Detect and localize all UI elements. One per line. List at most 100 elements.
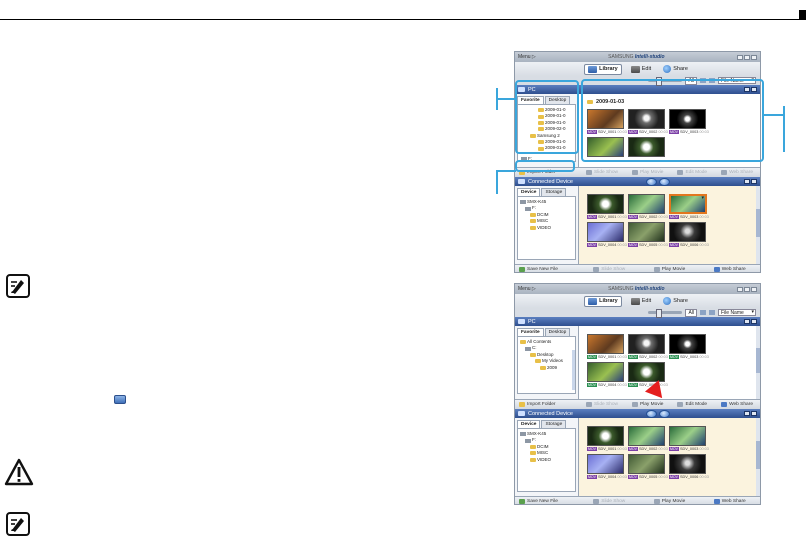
thumbnail[interactable]: MOV SDV_0004 00:03: [587, 222, 627, 247]
panel-minimize-button[interactable]: [743, 179, 750, 184]
thumbnail-size-slider[interactable]: [648, 309, 683, 318]
copy-to-device-button[interactable]: [659, 409, 671, 418]
panel-minimize-button[interactable]: [744, 319, 750, 324]
slide-show-icon: [586, 402, 592, 407]
slide-show-button[interactable]: Slide Show: [586, 402, 618, 407]
list-view-icon[interactable]: [709, 310, 715, 315]
pc-panel-bar: PC: [515, 317, 760, 326]
import-folder-button[interactable]: Import Folder: [515, 402, 579, 407]
thumbnail-image: [628, 194, 665, 214]
tree-item[interactable]: VIDEO: [520, 457, 573, 463]
note-icon: [6, 274, 30, 298]
main-toolbar: Library Edit Share: [515, 294, 760, 308]
thumbnail[interactable]: MOV SDV_0004 00:03: [587, 454, 627, 479]
thumbnail[interactable]: MOV SDV_0005 00:03: [628, 222, 668, 247]
tab-device[interactable]: Device: [517, 420, 541, 428]
pc-thumbnail-area: MOV SDV_0001 00:03 MOV SDV_0002 00:03 MOV SDV…: [579, 326, 760, 399]
play-movie-button[interactable]: Play Movie: [653, 267, 685, 272]
share-button[interactable]: Share: [660, 296, 691, 306]
maximize-button[interactable]: [744, 286, 750, 292]
maximize-button[interactable]: [744, 54, 750, 60]
tab-storage[interactable]: Storage: [541, 188, 567, 196]
edit-button[interactable]: Edit: [628, 65, 654, 74]
thumbnail[interactable]: MOV SDV_0001 00:03: [587, 334, 627, 359]
thumbnail[interactable]: MOV SDV_0001 00:03: [587, 194, 627, 219]
device-icon: [518, 411, 525, 416]
device-icon: [518, 179, 525, 184]
edit-icon: [630, 65, 640, 73]
tab-desktop[interactable]: Desktop: [544, 328, 571, 336]
page-tab-marker: [799, 10, 806, 19]
save-new-file-button[interactable]: Save New File: [515, 499, 579, 504]
thumbnail[interactable]: MOVSDV_000300:03: [669, 334, 709, 359]
thumbnail[interactable]: MOV SDV_0002 00:03: [628, 194, 668, 219]
thumbnail[interactable]: MOV SDV_0005 00:03: [628, 454, 668, 479]
menu-button[interactable]: Menu ▷: [518, 54, 536, 60]
panel-maximize-button[interactable]: [751, 319, 757, 324]
web-share-button[interactable]: Web Share: [721, 402, 753, 407]
play-movie-button[interactable]: Play Movie: [632, 170, 663, 175]
slide-show-icon: [593, 499, 600, 504]
panel-maximize-button[interactable]: [750, 411, 757, 416]
play-movie-button[interactable]: Play Movie: [632, 402, 663, 407]
edit-mode-button[interactable]: Edit Mode: [677, 402, 707, 407]
panel-minimize-button[interactable]: [743, 411, 750, 416]
web-share-button[interactable]: Web Share: [721, 170, 753, 175]
save-new-file-button[interactable]: Save New File: [515, 267, 579, 272]
tab-favorite[interactable]: Favorite: [517, 328, 544, 336]
edit-mode-button[interactable]: Edit Mode: [677, 170, 707, 175]
minimize-button[interactable]: [737, 54, 743, 60]
folder-icon: [540, 365, 546, 370]
sort-select[interactable]: File Name: [718, 309, 756, 316]
play-icon: [653, 267, 660, 272]
tab-device[interactable]: Device: [517, 188, 541, 196]
edit-button[interactable]: Edit: [628, 297, 654, 306]
share-button[interactable]: Share: [660, 64, 691, 74]
play-movie-button[interactable]: Play Movie: [653, 499, 685, 504]
main-toolbar: Library Edit Share: [515, 62, 760, 76]
vertical-scrollbar[interactable]: [756, 418, 760, 496]
web-share-button[interactable]: Web Share: [713, 499, 746, 504]
grid-view-icon[interactable]: [700, 310, 706, 315]
folder-icon: [530, 445, 536, 450]
thumbnail-image: [669, 426, 706, 446]
play-icon: [632, 402, 638, 407]
thumbnail[interactable]: MOVSDV_000300:03: [669, 426, 709, 451]
thumbnail[interactable]: MOV SDV_0002 00:03: [628, 426, 668, 451]
thumbnail[interactable]: MOV SDV_0006 00:03: [669, 222, 709, 247]
thumbnail[interactable]: MOV SDV_0002 00:03: [628, 334, 668, 359]
thumbnail[interactable]: MOV SDV_0001 00:03: [587, 426, 627, 451]
library-button[interactable]: Library: [584, 63, 622, 75]
tab-storage[interactable]: Storage: [541, 420, 567, 428]
edit-icon: [630, 297, 640, 305]
view-options: All File Name: [515, 308, 760, 318]
vertical-scrollbar[interactable]: [756, 326, 760, 399]
web-share-button[interactable]: Web Share: [713, 267, 746, 272]
thumbnail[interactable]: MOV SDV_0004 00:03: [587, 362, 627, 387]
thumbnail[interactable]: MOV SDV_0006 00:03: [669, 454, 709, 479]
tree-item[interactable]: 2009: [520, 365, 573, 371]
panel-maximize-button[interactable]: [750, 179, 757, 184]
copy-to-pc-button[interactable]: [646, 177, 658, 186]
thumbnail[interactable]: MOVSDV_000300:03: [669, 194, 709, 219]
tree-item[interactable]: VIDEO: [520, 225, 573, 231]
copy-to-pc-button[interactable]: [646, 409, 658, 418]
device-panel-bar: Connected Device: [515, 409, 760, 418]
close-button[interactable]: [751, 286, 757, 292]
web-share-icon: [713, 499, 720, 504]
tree-scrollbar[interactable]: [572, 350, 575, 390]
device-panel: Device Storage SMX-K45 F: DCIM MISC VIDE…: [515, 418, 760, 496]
minimize-button[interactable]: [737, 286, 743, 292]
copy-to-device-button[interactable]: [659, 177, 671, 186]
vertical-scrollbar[interactable]: [756, 186, 760, 264]
menu-button[interactable]: Menu ▷: [518, 286, 536, 292]
slide-show-button[interactable]: Slide Show: [593, 267, 625, 272]
callout-line: [764, 114, 784, 116]
filter-all[interactable]: All: [685, 308, 697, 317]
library-button[interactable]: Library: [584, 295, 622, 307]
close-button[interactable]: [751, 54, 757, 60]
callout-import-folder: [515, 160, 575, 172]
slide-show-button[interactable]: Slide Show: [586, 170, 618, 175]
slide-show-button[interactable]: Slide Show: [593, 499, 625, 504]
device-folder-pane: Device Storage SMX-K45 F: DCIM MISC VIDE…: [515, 418, 579, 496]
